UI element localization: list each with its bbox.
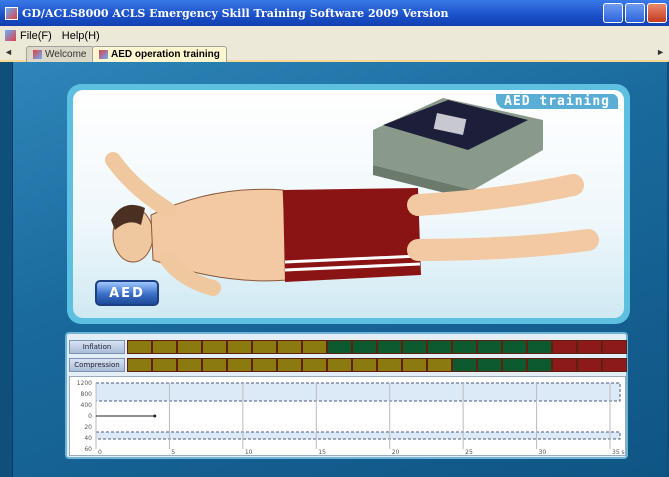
compression-segment — [602, 358, 627, 372]
inflation-segment — [302, 340, 327, 354]
upper-band — [95, 382, 621, 402]
window-title: GD/ACLS8000 ACLS Emergency Skill Trainin… — [22, 6, 449, 20]
aed-button[interactable]: AED — [95, 280, 159, 306]
compression-segments — [127, 358, 627, 372]
inflation-segment — [527, 340, 552, 354]
inflation-segments — [127, 340, 627, 354]
waveform-point — [153, 414, 157, 418]
maximize-button[interactable] — [625, 3, 645, 23]
compression-segment — [427, 358, 452, 372]
inflation-segment — [602, 340, 627, 354]
compression-segment — [327, 358, 352, 372]
compression-segment — [377, 358, 402, 372]
tab-icon — [33, 50, 42, 59]
inflation-segment — [127, 340, 152, 354]
inflation-segment — [152, 340, 177, 354]
inflation-segment — [452, 340, 477, 354]
tab-icon — [99, 50, 108, 59]
tab-bar: ◄ Welcome AED operation training ► — [0, 45, 669, 62]
tab-aed-training[interactable]: AED operation training — [92, 46, 227, 62]
menu-help[interactable]: Help(H) — [57, 30, 105, 42]
inflation-segment — [552, 340, 577, 354]
app-icon — [5, 6, 18, 20]
y-tick-label: 40 — [84, 435, 92, 442]
inflation-segment — [402, 340, 427, 354]
compression-segment — [477, 358, 502, 372]
compression-segment — [527, 358, 552, 372]
x-tick-label: 30 — [539, 449, 547, 455]
compression-segment — [152, 358, 177, 372]
window-controls — [603, 3, 667, 23]
compression-segment — [402, 358, 427, 372]
y-tick-label: 20 — [84, 424, 92, 431]
inflation-segment — [327, 340, 352, 354]
close-button[interactable] — [647, 3, 667, 23]
compression-segment — [552, 358, 577, 372]
tab-welcome[interactable]: Welcome — [26, 46, 94, 62]
y-tick-label: 1200 — [77, 380, 92, 387]
inflation-segment — [202, 340, 227, 354]
y-tick-label: 800 — [81, 391, 93, 398]
inflation-segment — [577, 340, 602, 354]
inflation-segment — [352, 340, 377, 354]
inflation-segment — [377, 340, 402, 354]
compression-segment — [202, 358, 227, 372]
compression-segment — [177, 358, 202, 372]
x-tick-label: 35 sec — [612, 449, 625, 455]
compression-segment — [502, 358, 527, 372]
menu-bar: File(F) Help(H) — [0, 26, 669, 45]
x-tick-label: 15 — [318, 449, 326, 455]
inflation-meter: Inflation — [69, 340, 627, 354]
y-tick-label: 60 — [84, 446, 92, 453]
compression-segment — [577, 358, 602, 372]
waveform-chart: 1200 800 400 0 20 40 60 0 5 10 15 20 25 30 35 sec — [69, 376, 632, 456]
minimize-button[interactable] — [603, 3, 623, 23]
patient-body — [105, 152, 599, 296]
lower-band — [95, 431, 621, 440]
inflation-segment — [277, 340, 302, 354]
tab-scroll-right-icon[interactable]: ► — [656, 47, 665, 57]
inflation-segment — [177, 340, 202, 354]
compression-segment — [227, 358, 252, 372]
tab-scroll-left-icon[interactable]: ◄ — [4, 47, 13, 57]
window-titlebar: GD/ACLS8000 ACLS Emergency Skill Trainin… — [0, 0, 669, 26]
x-tick-label: 25 — [465, 449, 473, 455]
x-tick-label: 20 — [392, 449, 400, 455]
compression-segment — [302, 358, 327, 372]
inflation-segment — [227, 340, 252, 354]
waveform-svg: 1200 800 400 0 20 40 60 0 5 10 15 20 25 30 35 sec — [77, 380, 632, 456]
compression-meter: Compression — [69, 358, 627, 372]
compression-label: Compression — [69, 358, 125, 372]
compression-segment — [452, 358, 477, 372]
compression-segment — [127, 358, 152, 372]
inflation-segment — [502, 340, 527, 354]
inflation-segment — [427, 340, 452, 354]
x-tick-label: 0 — [98, 449, 102, 455]
x-tick-label: 5 — [171, 449, 175, 455]
compression-segment — [252, 358, 277, 372]
y-tick-label: 0 — [88, 413, 92, 420]
menu-file[interactable]: File(F) — [0, 30, 57, 42]
inflation-segment — [252, 340, 277, 354]
aed-scene-panel: AED training AED — [67, 84, 630, 324]
y-tick-label: 400 — [81, 402, 93, 409]
compression-segment — [352, 358, 377, 372]
scene-canvas: AED training AED — [73, 90, 624, 318]
x-tick-label: 10 — [245, 449, 253, 455]
file-menu-icon — [5, 30, 16, 41]
compression-segment — [277, 358, 302, 372]
inflation-label: Inflation — [69, 340, 125, 354]
monitor-panel: Inflation Compression 1200 800 400 0 20 40 60 0… — [65, 332, 632, 459]
inflation-segment — [477, 340, 502, 354]
